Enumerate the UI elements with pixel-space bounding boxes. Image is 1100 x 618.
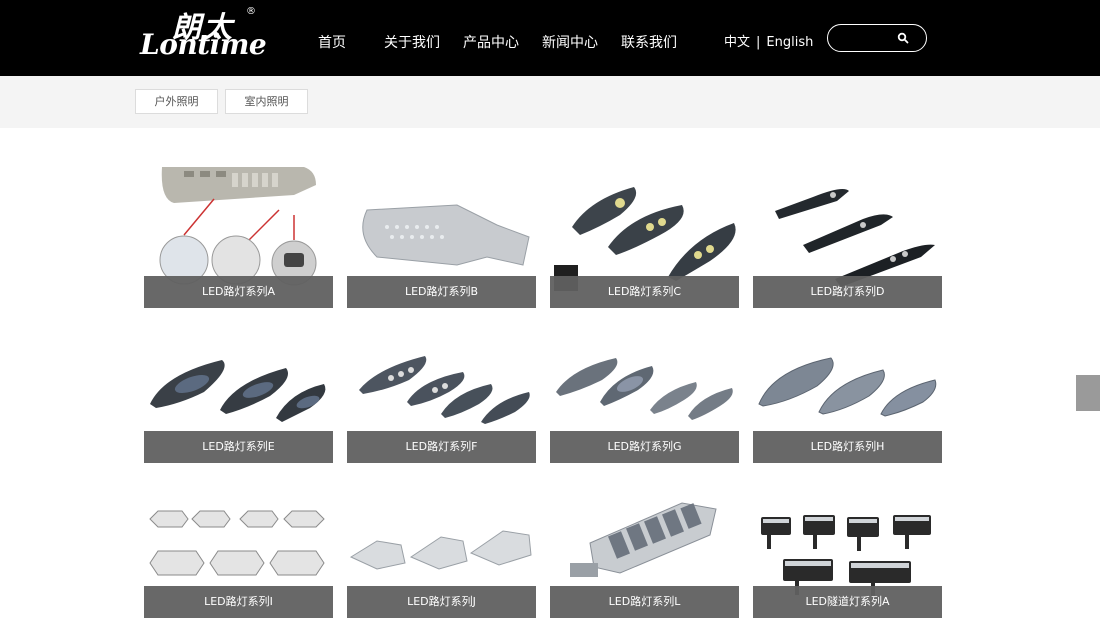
category-bar: 户外照明 室内照明 <box>0 76 1100 128</box>
search-box <box>827 24 927 52</box>
product-card[interactable]: LED路灯系列L <box>550 475 739 618</box>
lang-chinese[interactable]: 中文 <box>724 35 750 50</box>
product-label: LED路灯系列L <box>550 586 739 618</box>
search-input[interactable] <box>838 30 898 46</box>
category-outdoor[interactable]: 户外照明 <box>135 89 218 114</box>
product-label: LED路灯系列B <box>347 276 536 308</box>
product-label: LED路灯系列I <box>144 586 333 618</box>
side-float-tab[interactable] <box>1076 375 1100 411</box>
product-card[interactable]: LED路灯系列I <box>144 475 333 618</box>
product-card[interactable]: LED路灯系列F <box>347 320 536 463</box>
product-card[interactable]: LED隧道灯系列A <box>753 475 942 618</box>
nav-about[interactable]: 关于我们 <box>384 32 440 52</box>
product-label: LED路灯系列F <box>347 431 536 463</box>
product-label: LED隧道灯系列A <box>753 586 942 618</box>
product-label: LED路灯系列C <box>550 276 739 308</box>
product-card[interactable]: LED路灯系列C <box>550 165 739 308</box>
product-card[interactable]: LED路灯系列D <box>753 165 942 308</box>
site-header: 朗太 ® Lontime 首页 关于我们 产品中心 新闻中心 联系我们 中文 | E… <box>0 0 1100 76</box>
product-card[interactable]: LED路灯系列H <box>753 320 942 463</box>
nav-home[interactable]: 首页 <box>318 32 346 52</box>
logo[interactable]: 朗太 ® Lontime <box>140 6 275 64</box>
product-label: LED路灯系列D <box>753 276 942 308</box>
product-label: LED路灯系列G <box>550 431 739 463</box>
logo-english: Lontime <box>140 28 267 61</box>
registered-mark: ® <box>246 6 256 17</box>
product-label: LED路灯系列J <box>347 586 536 618</box>
product-card[interactable]: LED路灯系列A <box>144 165 333 308</box>
search-icon[interactable] <box>897 32 909 44</box>
product-card[interactable]: LED路灯系列G <box>550 320 739 463</box>
product-card[interactable]: LED路灯系列E <box>144 320 333 463</box>
product-label: LED路灯系列E <box>144 431 333 463</box>
product-label: LED路灯系列H <box>753 431 942 463</box>
nav-news[interactable]: 新闻中心 <box>542 32 598 52</box>
category-indoor[interactable]: 室内照明 <box>225 89 308 114</box>
nav-products[interactable]: 产品中心 <box>463 32 519 52</box>
lang-english[interactable]: English <box>766 35 813 50</box>
product-card[interactable]: LED路灯系列J <box>347 475 536 618</box>
product-card[interactable]: LED路灯系列B <box>347 165 536 308</box>
language-switcher: 中文 | English <box>724 31 813 50</box>
product-label: LED路灯系列A <box>144 276 333 308</box>
lang-separator: | <box>756 35 761 50</box>
nav-contact[interactable]: 联系我们 <box>621 32 677 52</box>
